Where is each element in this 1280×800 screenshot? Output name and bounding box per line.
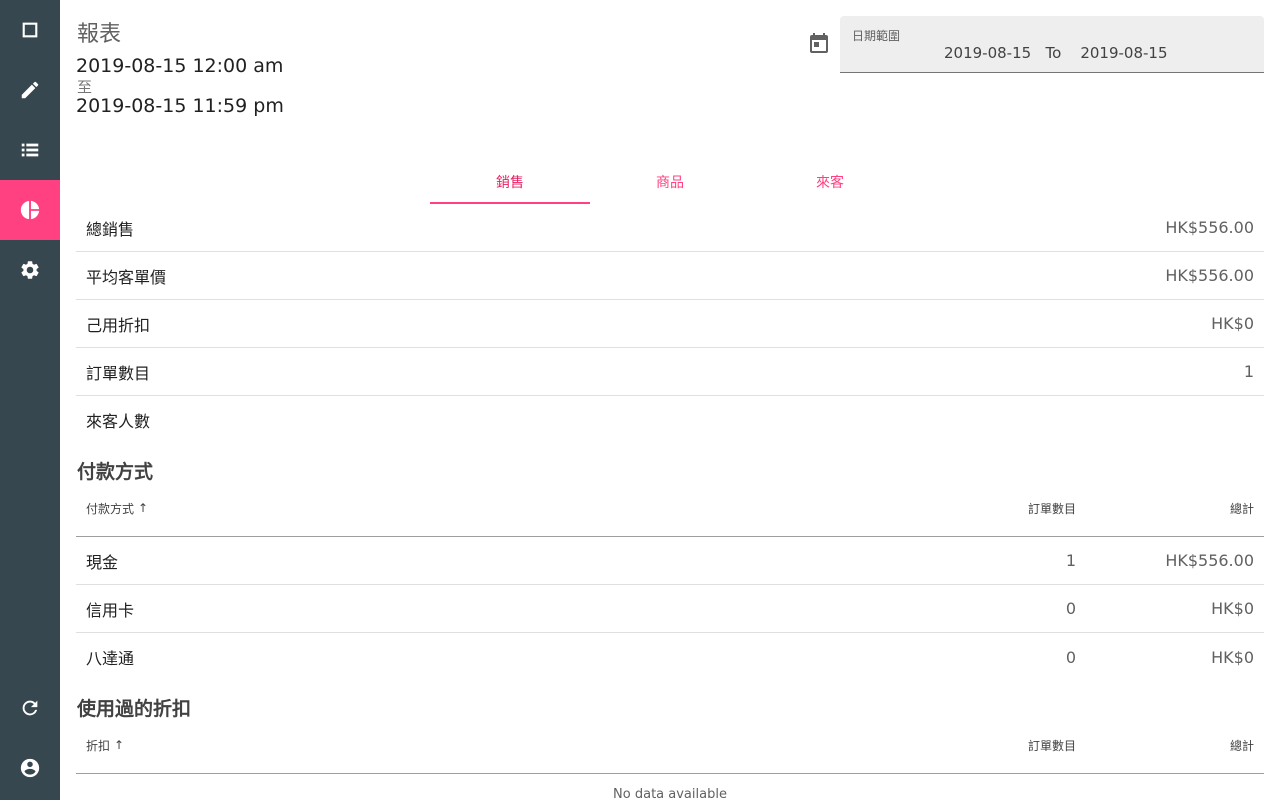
report-tabs: 銷售 商品 來客 [430,160,910,204]
tab-products[interactable]: 商品 [590,160,750,204]
discounts-table: 折扣 ↑ 訂單數目 總計 [76,717,1264,774]
summary-value: HK$556.00 [1165,266,1254,285]
nav-square[interactable] [0,0,60,60]
payment-method-cell: 現金 [86,552,119,572]
table-header: 付款方式 ↑ 訂單數目 總計 [76,480,1264,537]
range-start-text: 2019-08-15 12:00 am [76,55,284,77]
summary-row-visitor-count: 來客人數 [76,396,1264,444]
sales-summary: 總銷售 HK$556.00 平均客單價 HK$556.00 己用折扣 HK$0 … [76,204,1264,444]
tab-sales[interactable]: 銷售 [430,160,590,204]
column-header-total[interactable]: 總計 [1076,737,1264,754]
summary-value: HK$0 [1211,314,1254,333]
sort-arrow-icon[interactable]: ↑ [138,501,148,515]
page-title: 報表 [77,22,122,47]
column-header-orders[interactable]: 訂單數目 [896,500,1076,517]
sidebar [0,0,60,800]
column-header-discount[interactable]: 折扣 ↑ [76,737,896,754]
sort-arrow-icon[interactable]: ↑ [114,738,124,752]
nav-edit[interactable] [0,60,60,120]
summary-row-total-sales: 總銷售 HK$556.00 [76,204,1264,252]
calendar-icon[interactable] [807,32,831,56]
range-end-text: 2019-08-15 11:59 pm [76,95,284,117]
pencil-icon [21,81,39,99]
tab-customers[interactable]: 來客 [750,160,910,204]
nav-account[interactable] [0,738,60,798]
summary-row-average-order: 平均客單價 HK$556.00 [76,252,1264,300]
table-row: 八達通 0 HK$0 [76,633,1264,681]
date-range-field[interactable]: 日期範圍 2019-08-15 To 2019-08-15 [840,16,1264,73]
total-cell: HK$556.00 [1165,551,1254,570]
summary-value: HK$556.00 [1165,218,1254,237]
orders-cell: 1 [1065,551,1076,570]
nav-refresh[interactable] [0,678,60,738]
total-cell: HK$0 [1211,647,1254,667]
empty-state-text: No data available [613,787,727,800]
payment-method-cell: 信用卡 [86,600,135,620]
table-row: 信用卡 0 HK$0 [76,585,1264,633]
summary-label: 己用折扣 [86,315,151,335]
summary-row-discounts-used: 己用折扣 HK$0 [76,300,1264,348]
nav-list[interactable] [0,120,60,180]
summary-label: 來客人數 [86,412,151,431]
column-header-orders[interactable]: 訂單數目 [896,737,1076,754]
nav-reports[interactable] [0,180,60,240]
refresh-icon [22,700,38,716]
summary-value: 1 [1243,362,1254,381]
payment-method-cell: 八達通 [86,649,135,668]
summary-label: 總銷售 [86,219,135,239]
gear-icon [21,261,39,279]
date-range-value[interactable]: 2019-08-15 To 2019-08-15 [944,44,1168,62]
orders-cell: 0 [1065,647,1076,667]
main-content: 報表 2019-08-15 12:00 am 至 2019-08-15 11:5… [60,0,1280,800]
total-cell: HK$0 [1211,599,1254,618]
summary-label: 平均客單價 [86,267,167,287]
square-icon [22,22,38,38]
range-separator: 至 [77,78,93,96]
account-circle-icon [20,758,40,778]
orders-cell: 0 [1065,599,1076,618]
summary-row-order-count: 訂單數目 1 [76,348,1264,396]
column-header-total[interactable]: 總計 [1076,500,1264,517]
table-header: 折扣 ↑ 訂單數目 總計 [76,717,1264,774]
list-icon [21,143,39,157]
table-row: 現金 1 HK$556.00 [76,537,1264,585]
payment-table: 付款方式 ↑ 訂單數目 總計 現金 1 HK$556.00 信用卡 0 HK$0… [76,480,1264,681]
nav-settings[interactable] [0,240,60,300]
column-header-method[interactable]: 付款方式 ↑ [76,500,896,517]
summary-label: 訂單數目 [86,363,151,383]
pie-chart-icon [20,200,40,220]
date-range-label: 日期範圍 [852,29,901,43]
